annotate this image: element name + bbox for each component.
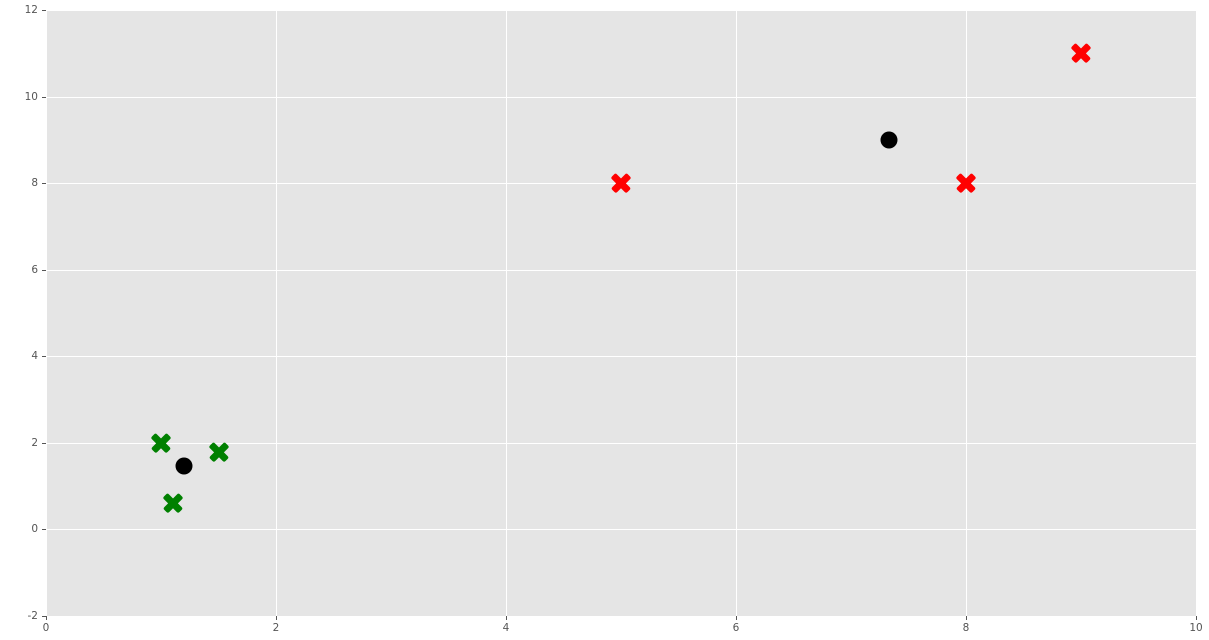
x-tick-mark	[1196, 616, 1197, 620]
y-tick-label: -2	[28, 610, 38, 622]
y-tick-mark	[42, 183, 46, 184]
gridline-vertical	[736, 10, 737, 616]
y-tick-mark	[42, 270, 46, 271]
y-tick-label: 0	[31, 523, 38, 535]
cluster-b-marker-x-icon	[1070, 42, 1092, 64]
y-tick-label: 12	[25, 4, 38, 16]
scatter-chart: 0 2 4 6 8 10 -2 0 2 4 6 8 10 12	[0, 0, 1209, 640]
x-tick-mark	[966, 616, 967, 620]
y-tick-label: 8	[31, 177, 38, 189]
gridline-horizontal	[46, 529, 1196, 530]
x-tick-label: 4	[503, 622, 510, 634]
gridline-vertical	[506, 10, 507, 616]
x-tick-label: 0	[43, 622, 50, 634]
y-tick-label: 6	[31, 264, 38, 276]
cluster-a-marker-x-icon	[150, 432, 172, 454]
y-tick-mark	[42, 356, 46, 357]
centroids-marker-dot-icon	[176, 457, 193, 474]
x-tick-label: 8	[963, 622, 970, 634]
x-tick-label: 2	[273, 622, 280, 634]
centroids-marker-dot-icon	[880, 131, 897, 148]
y-tick-mark	[42, 616, 46, 617]
cluster-b-marker-x-icon	[610, 172, 632, 194]
x-tick-label: 10	[1189, 622, 1202, 634]
gridline-horizontal	[46, 356, 1196, 357]
x-tick-mark	[736, 616, 737, 620]
y-tick-label: 2	[31, 437, 38, 449]
gridline-horizontal	[46, 270, 1196, 271]
x-tick-mark	[276, 616, 277, 620]
x-tick-mark	[46, 616, 47, 620]
y-tick-label: 10	[25, 91, 38, 103]
y-tick-mark	[42, 10, 46, 11]
y-tick-mark	[42, 529, 46, 530]
y-tick-label: 4	[31, 350, 38, 362]
y-tick-mark	[42, 97, 46, 98]
gridline-horizontal	[46, 10, 1196, 11]
y-tick-mark	[42, 443, 46, 444]
gridline-vertical	[276, 10, 277, 616]
gridline-vertical	[46, 10, 47, 616]
gridline-horizontal	[46, 616, 1196, 617]
x-tick-mark	[506, 616, 507, 620]
cluster-b-marker-x-icon	[955, 172, 977, 194]
gridline-horizontal	[46, 97, 1196, 98]
x-tick-label: 6	[733, 622, 740, 634]
cluster-a-marker-x-icon	[162, 492, 184, 514]
cluster-a-marker-x-icon	[208, 441, 230, 463]
gridline-vertical	[966, 10, 967, 616]
gridline-vertical	[1196, 10, 1197, 616]
plot-area	[46, 10, 1196, 616]
